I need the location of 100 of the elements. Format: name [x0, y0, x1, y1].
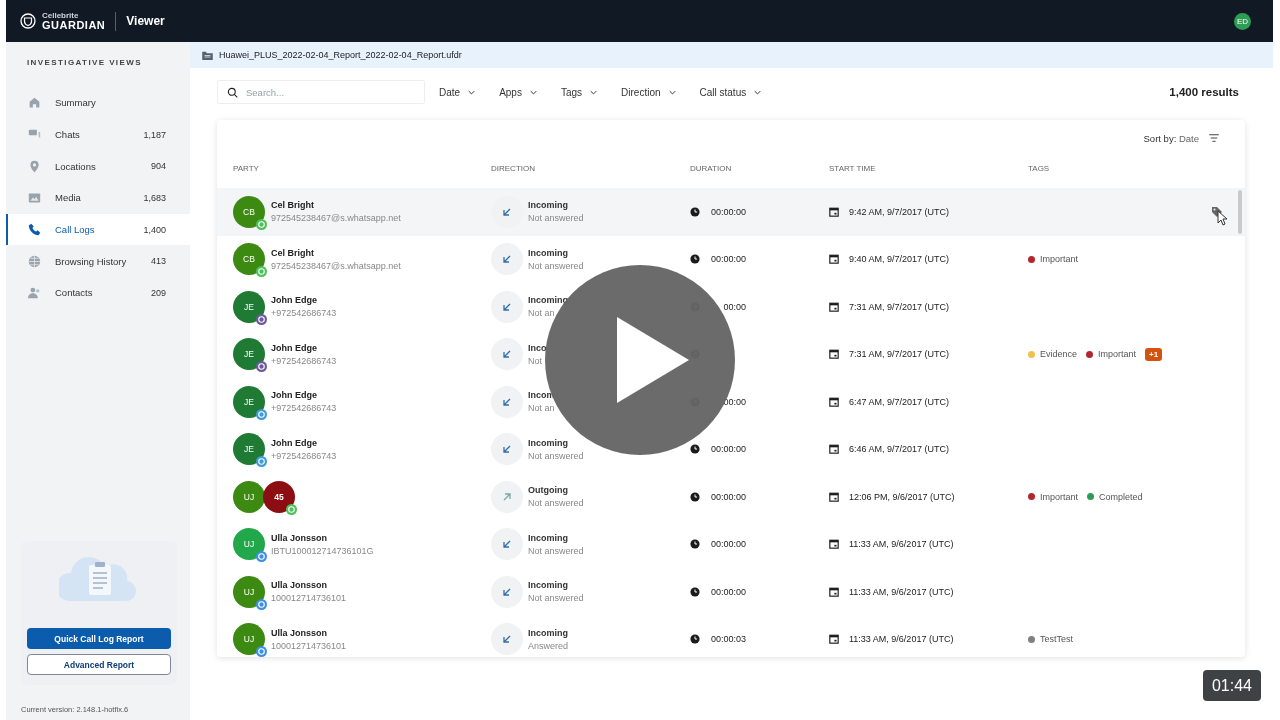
column-header: START TIME — [829, 163, 877, 173]
duration-text: 00:00:00 — [710, 444, 746, 455]
party-handle: IBTU100012714736101G — [271, 545, 374, 556]
call-status: Not answered — [528, 450, 584, 461]
party-handle: +972542686743 — [271, 450, 337, 461]
calendar-icon — [829, 396, 839, 407]
tag-label: Evidence — [1040, 349, 1078, 360]
calendar-icon — [829, 444, 839, 455]
advanced-report-button[interactable]: Advanced Report — [27, 654, 171, 675]
file-name: Huawei_PLUS_2022-02-04_Report_2022-02-04_Report.ufdr — [219, 50, 462, 60]
party-name: Cel Bright — [271, 200, 315, 211]
clock-icon — [690, 254, 700, 265]
caret-icon — [529, 89, 537, 95]
direction-label: Incoming — [528, 247, 569, 258]
filter-dropdown[interactable]: Date — [431, 86, 484, 98]
quick-report-button[interactable]: Quick Call Log Report — [27, 628, 171, 649]
table-row[interactable]: UJ Ulla Jonsson 100012714736101 Incoming Answered 00:00:03 11:33 AM, 9/6/2017 (UTC) TestTest — [217, 615, 1245, 657]
sidebar-item[interactable]: Summary — [6, 87, 190, 119]
start-time-text: 7:31 AM, 9/7/2017 (UTC) — [849, 301, 950, 312]
sort-icon[interactable] — [1209, 134, 1219, 142]
app-title: Viewer — [126, 14, 165, 28]
caret-icon — [754, 89, 762, 95]
clock-icon — [690, 586, 700, 597]
duration-text: 00:00 — [722, 301, 746, 312]
call-status: Answered — [528, 640, 569, 651]
sort-button[interactable]: Sort by: Date — [1143, 132, 1199, 144]
party-handle: +972542686743 — [271, 355, 337, 366]
party-handle: 100012714736101 — [271, 640, 347, 651]
sidebar-heading: INVESTIGATIVE VIEWS — [26, 58, 143, 67]
sidebar-item[interactable]: Contacts 209 — [6, 277, 190, 309]
direction-label: Incoming — [528, 580, 569, 591]
call-status: Not — [528, 355, 543, 366]
results-count: 1,400 results — [1169, 86, 1239, 98]
start-time-text: 11:33 AM, 9/6/2017 (UTC) — [849, 586, 954, 597]
duration-text: 00:00:00 — [710, 539, 746, 550]
filter-dropdown[interactable]: Apps — [491, 86, 545, 98]
clock-icon — [690, 539, 700, 550]
filter-dropdown[interactable]: Call status — [691, 86, 770, 98]
avatar: UJ — [233, 480, 265, 513]
table-row[interactable]: CB Cel Bright 972545238467@s.whatsapp.net Incoming Not answered 00:00:00 9:42 AM, 9/7/2017 (UTC) — [217, 188, 1245, 236]
party-name: Ulla Jonsson — [271, 627, 328, 638]
filter-dropdown[interactable]: Direction — [613, 86, 684, 98]
avatar: UJ — [233, 623, 265, 656]
sidebar-item[interactable]: Locations 904 — [6, 150, 190, 183]
home-icon — [28, 96, 41, 110]
filter-dropdown[interactable]: Tags — [552, 86, 606, 98]
phone-icon — [28, 223, 41, 237]
tag-label: Completed — [1099, 491, 1143, 502]
party-handle: +972542686743 — [271, 308, 337, 319]
table-row[interactable]: UJ 45 Outgoing Not answered 00:00:00 12:06 PM, 9/6/2017 (UTC) Important Completed — [217, 473, 1245, 521]
clock-icon — [690, 634, 700, 645]
start-time-text: 6:47 AM, 9/7/2017 (UTC) — [849, 396, 950, 407]
column-header: TAGS — [1028, 163, 1051, 173]
table-row[interactable]: UJ Ulla Jonsson IBTU100012714736101G Incoming Not answered 00:00:00 11:33 AM, 9/6/2017 (UTC) — [217, 520, 1245, 568]
tag-label: TestTest — [1040, 634, 1073, 645]
duration-text: 00:00:00 — [710, 206, 746, 217]
party-name: John Edge — [271, 437, 318, 448]
image-folder-icon — [28, 191, 41, 205]
duration-text: 00:00:00 — [710, 254, 746, 265]
duration-text: 00:00 — [722, 396, 746, 407]
cursor-icon — [1217, 209, 1229, 226]
sidebar-item[interactable]: Chats 1,187 — [6, 118, 190, 151]
calendar-icon — [829, 634, 839, 645]
party-name: Cel Bright — [271, 247, 315, 258]
location-pin-icon — [28, 159, 41, 173]
column-header: DURATION — [690, 163, 733, 173]
video-timestamp: 01:44 — [1203, 670, 1261, 701]
table-row[interactable]: UJ Ulla Jonsson 100012714736101 Incoming Not answered 00:00:00 11:33 AM, 9/6/2017 (UTC) — [217, 568, 1245, 616]
sidebar-item[interactable]: Browsing History 413 — [6, 245, 190, 278]
avatar: 45 — [263, 480, 295, 513]
user-avatar[interactable]: ED — [1234, 12, 1251, 30]
search-field[interactable]: Search... — [217, 80, 425, 104]
sidebar-item[interactable]: Media 1,683 — [6, 182, 190, 214]
calendar-icon — [829, 586, 839, 597]
direction-label: Incoming — [528, 200, 569, 211]
caret-icon — [468, 89, 476, 95]
start-time-text: 11:33 AM, 9/6/2017 (UTC) — [849, 634, 954, 645]
direction-label: Incoming — [528, 532, 569, 543]
clock-icon — [690, 444, 700, 455]
avatar: JE — [233, 338, 265, 371]
calendar-icon — [829, 206, 839, 217]
start-time-text: 7:31 AM, 9/7/2017 (UTC) — [849, 349, 950, 360]
folder-icon — [202, 50, 213, 60]
search-icon — [227, 87, 238, 98]
column-header: DIRECTION — [491, 163, 536, 173]
direction-label: Outgoing — [528, 485, 569, 496]
party-name: John Edge — [271, 342, 318, 353]
avatar: CB — [233, 195, 265, 228]
logo-icon — [20, 13, 36, 29]
tag-label: Important — [1040, 491, 1079, 502]
calendar-icon — [829, 349, 839, 360]
scrollbar[interactable] — [1238, 190, 1242, 234]
call-status: Not an — [528, 308, 556, 319]
more-tags-badge[interactable]: +1 — [1145, 347, 1163, 361]
avatar: JE — [233, 433, 265, 466]
sidebar-item[interactable]: Call Logs 1,400 — [6, 213, 190, 246]
call-status: Not answered — [528, 593, 584, 604]
avatar: UJ — [233, 528, 265, 561]
call-status: Not answered — [528, 545, 584, 556]
calendar-icon — [829, 301, 839, 312]
